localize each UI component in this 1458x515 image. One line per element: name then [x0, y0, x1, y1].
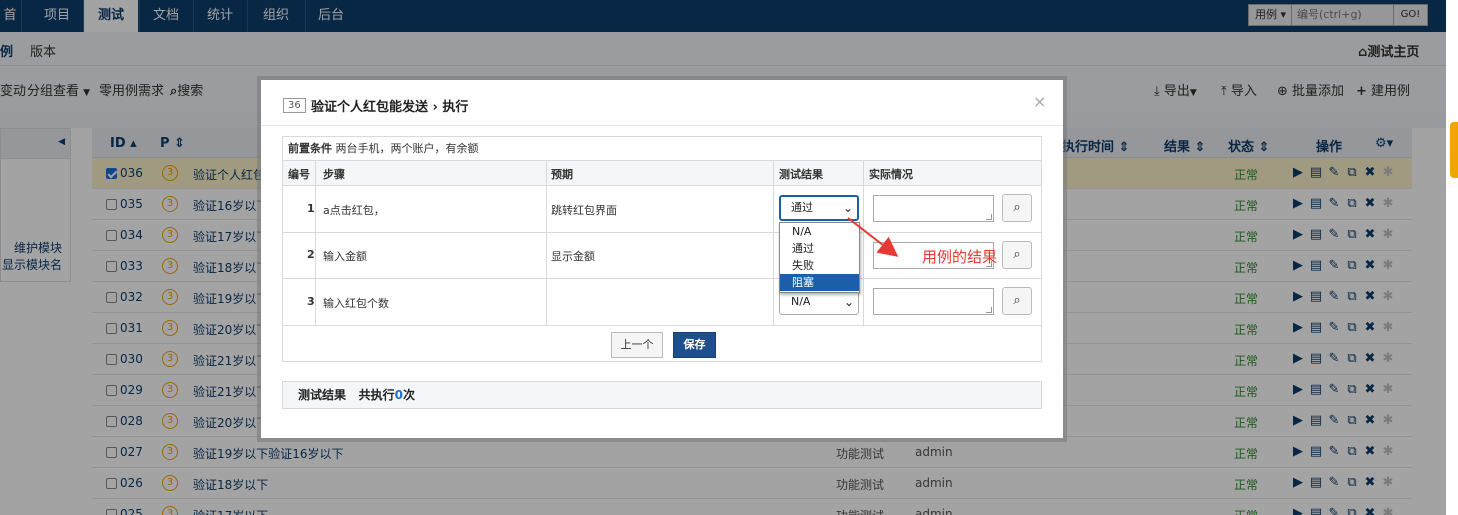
step-description: a点击红包， — [323, 204, 385, 217]
col-step-header: 步骤 — [323, 168, 345, 181]
step-expected: 跳转红包界面 — [551, 204, 617, 217]
resize-grip-icon[interactable] — [986, 307, 992, 313]
step-number: 3 — [307, 295, 315, 308]
exec-prefix: 共执行 — [358, 388, 395, 402]
test-result-summary: 测试结果 共执行0次 — [282, 381, 1042, 409]
window-edge — [1446, 0, 1458, 515]
paperclip-icon: ⌕ — [1013, 293, 1021, 308]
chevron-down-icon: ⌄ — [843, 295, 854, 309]
col-num-header: 编号 — [288, 168, 310, 181]
steps-header: 编号 步骤 预期 测试结果 实际情况 — [283, 161, 1041, 186]
step-expected: 显示金额 — [551, 250, 595, 263]
exec-suffix: 次 — [402, 388, 415, 402]
precondition-text: 两台手机，两个账户，有余额 — [335, 142, 479, 155]
save-button[interactable]: 保存 — [673, 332, 716, 358]
precondition-row: 前置条件 两台手机，两个账户，有余额 — [283, 137, 1041, 161]
step-description: 输入红包个数 — [323, 297, 389, 310]
result-select-value: 通过 — [791, 201, 813, 214]
previous-button[interactable]: 上一个 — [611, 332, 663, 358]
resize-grip-icon[interactable] — [986, 214, 992, 220]
result-summary-label: 测试结果 — [298, 388, 347, 402]
attach-file-button[interactable]: ⌕ — [1002, 194, 1032, 222]
col-result-header: 测试结果 — [779, 168, 823, 181]
step-row: 3 输入红包个数 N/A ⌄ ⌕ — [283, 279, 1041, 326]
actual-result-textarea[interactable] — [873, 288, 994, 315]
precondition-label: 前置条件 — [288, 142, 332, 155]
col-actual-header: 实际情况 — [869, 168, 913, 181]
modal-title: 验证个人红包能发送 › 执行 — [311, 96, 468, 115]
step-row: 1 a点击红包， 跳转红包界面 通过 ⌄ ⌕ — [283, 186, 1041, 233]
attach-file-button[interactable]: ⌕ — [1002, 241, 1032, 269]
result-select-value: N/A — [791, 295, 811, 308]
scrollbar-thumb[interactable] — [1450, 122, 1458, 178]
exec-count: 0 — [394, 388, 403, 402]
close-icon[interactable]: × — [1033, 92, 1046, 111]
annotation-label: 用例的结果 — [922, 248, 998, 266]
dropdown-option[interactable]: 阻塞 — [780, 274, 859, 291]
modal-header-divider — [261, 125, 1063, 126]
modal-title-suffix: › 执行 — [432, 100, 469, 115]
paperclip-icon: ⌕ — [1013, 247, 1021, 262]
case-id-badge: 36 — [283, 98, 306, 113]
modal-title-text: 验证个人红包能发送 — [311, 100, 429, 115]
attach-file-button[interactable]: ⌕ — [1002, 287, 1032, 315]
step-description: 输入金额 — [323, 250, 367, 263]
step-number: 1 — [307, 202, 315, 215]
paperclip-icon: ⌕ — [1013, 200, 1021, 215]
step-number: 2 — [307, 248, 315, 261]
annotation-arrow — [847, 217, 899, 257]
col-expect-header: 预期 — [551, 168, 573, 181]
